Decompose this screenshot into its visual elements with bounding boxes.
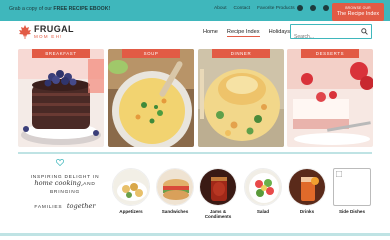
category-salad[interactable]: Salad — [244, 168, 282, 214]
salad-image — [244, 168, 282, 206]
category-appetizers[interactable]: Appetizers — [112, 168, 150, 214]
section-divider — [18, 152, 372, 154]
card-label-dinner: DINNER — [212, 49, 270, 58]
breakfast-card[interactable]: BREAKFAST — [18, 49, 104, 147]
category-label-salad: Salad — [256, 209, 270, 214]
site-logo[interactable]: FRUGAL MOM EH! — [18, 25, 74, 40]
desserts-card[interactable]: DESSERTS — [287, 49, 373, 147]
category-label-appetizers: Appetizers — [119, 209, 143, 214]
category-label-drinks: Drinks — [299, 209, 315, 214]
jams-image — [199, 168, 237, 206]
site-tagline: INSPIRING DELIGHT IN home cooking,AND BR… — [22, 175, 108, 212]
logo-line2: MOM EH! — [34, 34, 63, 39]
search-input[interactable] — [291, 30, 357, 44]
category-drinks[interactable]: Drinks — [288, 168, 326, 214]
nav-recipe-index[interactable]: Recipe Index — [226, 29, 260, 37]
soup-card[interactable]: SOUP — [108, 49, 194, 147]
dinner-card[interactable]: DINNER — [198, 49, 284, 147]
sandwiches-image — [156, 168, 194, 206]
card-label-breakfast: BREAKFAST — [32, 49, 90, 58]
tagline-line4: FAMILIES — [34, 204, 63, 210]
ebook-promo-link[interactable]: Grab a copy of our FREE RECIPE EBOOK! — [9, 6, 110, 12]
nav-home[interactable]: Home — [203, 29, 218, 37]
category-label-side-dishes: Side Dishes — [338, 209, 366, 214]
site-header: FRUGAL MOM EH! Home Recipe Index Holiday… — [0, 21, 390, 44]
recipe-index-button[interactable]: BROWSE OUR The Recipe Index — [332, 3, 384, 21]
maple-leaf-icon — [19, 25, 31, 40]
dinner-image — [198, 49, 284, 147]
card-label-soup: SOUP — [122, 49, 180, 58]
card-label-desserts: DESSERTS — [301, 49, 359, 58]
category-label-jams-condiments: Jams & Condiments — [204, 209, 232, 220]
recipe-index-label: The Recipe Index — [336, 11, 380, 17]
category-jams-condiments[interactable]: Jams & Condiments — [199, 168, 237, 220]
contact-link[interactable]: Contact — [234, 6, 251, 11]
promo-bold: FREE RECIPE EBOOK! — [53, 6, 111, 12]
main-nav: Home Recipe Index Holidays — [203, 29, 290, 37]
instagram-icon[interactable] — [310, 5, 316, 11]
nav-holidays[interactable]: Holidays — [269, 29, 290, 37]
about-link[interactable]: About — [214, 6, 227, 11]
heart-icon — [56, 159, 64, 166]
soup-image — [108, 49, 194, 147]
bottom-divider — [0, 233, 390, 236]
search-icon[interactable] — [361, 28, 368, 35]
pinterest-icon[interactable] — [323, 5, 329, 11]
dessert-image — [287, 49, 373, 147]
side-dishes-image-placeholder — [333, 168, 371, 206]
top-links: About Contact Favorite Products — [214, 6, 295, 11]
appetizers-image — [112, 168, 150, 206]
category-label-sandwiches: Sandwiches — [161, 209, 189, 214]
pancakes-image — [18, 49, 104, 147]
social-icons — [297, 5, 329, 11]
search-box — [290, 24, 372, 44]
logo-line1: FRUGAL — [34, 24, 74, 34]
recipe-index-small-text: BROWSE OUR — [345, 6, 371, 10]
drinks-image — [288, 168, 326, 206]
favorite-products-link[interactable]: Favorite Products — [257, 6, 295, 11]
category-sandwiches[interactable]: Sandwiches — [156, 168, 194, 214]
promo-prefix: Grab a copy of our — [9, 6, 54, 12]
tagline-line2: home cooking, — [34, 179, 84, 188]
tagline-line5: together — [66, 201, 96, 210]
facebook-icon[interactable] — [297, 5, 303, 11]
category-side-dishes[interactable]: Side Dishes — [333, 168, 371, 214]
